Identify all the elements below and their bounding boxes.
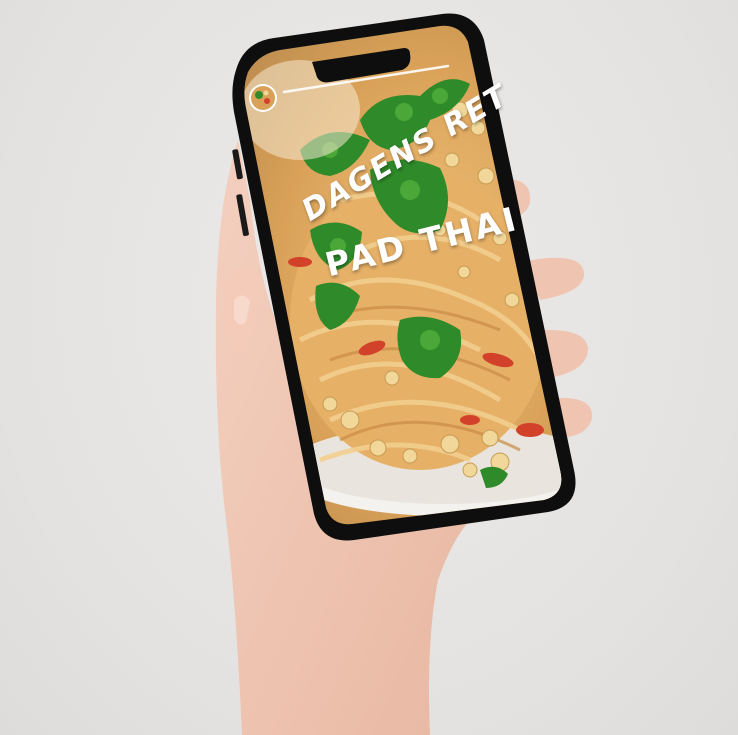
phone-in-hand-illustration (215, 13, 593, 735)
scene: DAGENS RET PAD THAI (0, 0, 738, 735)
food-avatar-icon[interactable] (249, 84, 277, 112)
